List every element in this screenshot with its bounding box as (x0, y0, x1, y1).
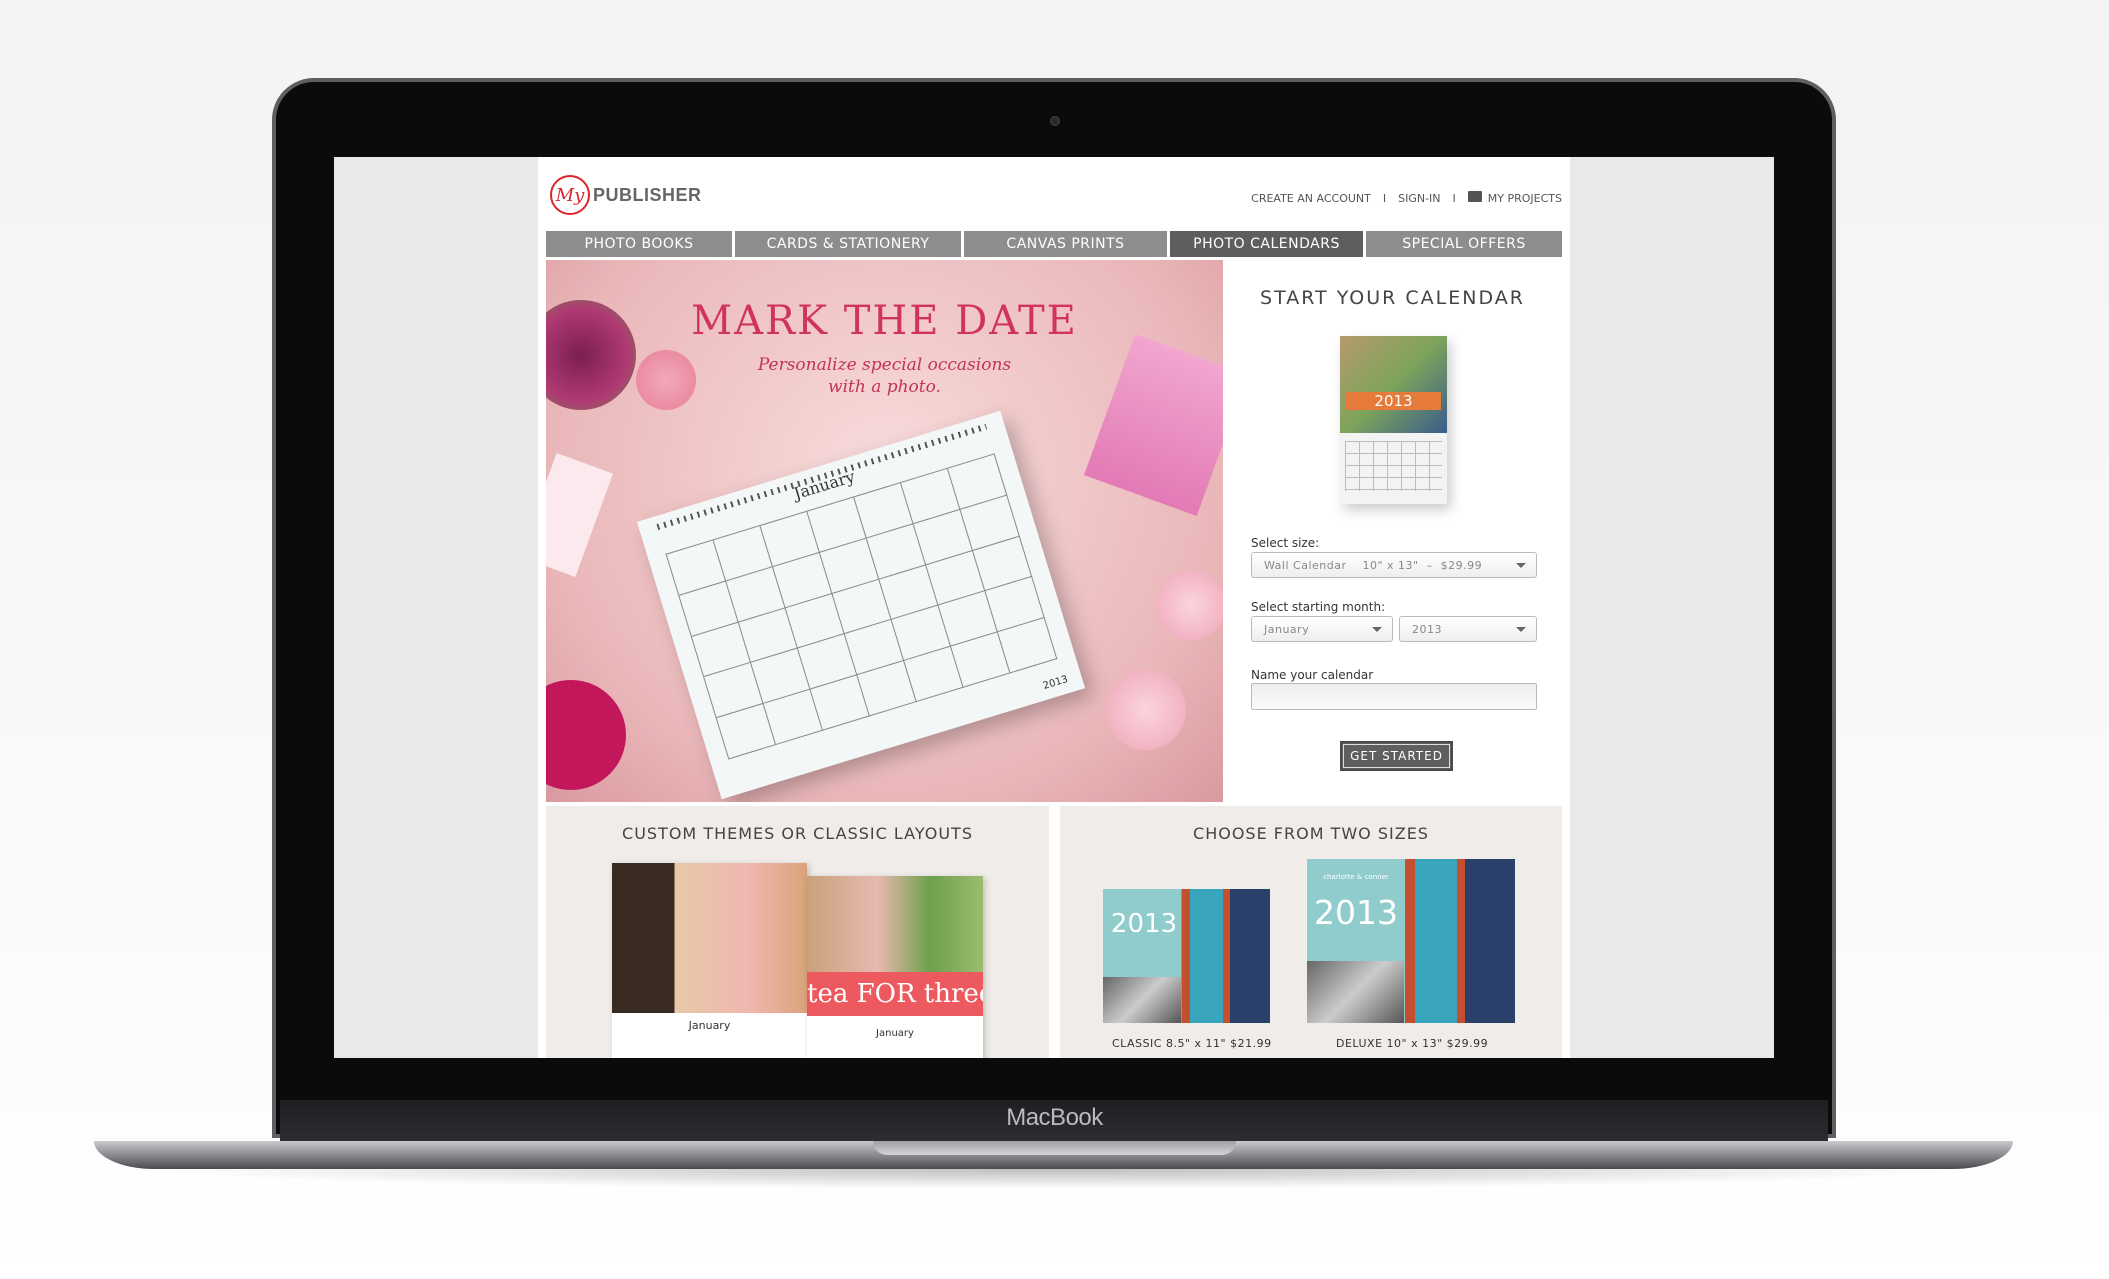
year-value: 2013 (1412, 622, 1442, 636)
calendar-name-input[interactable] (1251, 683, 1537, 710)
start-calendar-panel: START YOUR CALENDAR 2013 Select size: Wa… (1223, 260, 1562, 802)
nav-photo-books[interactable]: PHOTO BOOKS (546, 231, 732, 257)
month-select[interactable]: January (1251, 616, 1393, 642)
nav-special-offers[interactable]: SPECIAL OFFERS (1366, 231, 1562, 257)
deluxe-caption: DELUXE 10" x 13" $29.99 (1336, 1037, 1489, 1050)
logo[interactable]: My PUBLISHER (550, 175, 702, 215)
panel-title: START YOUR CALENDAR (1260, 287, 1525, 309)
sign-in-link[interactable]: SIGN-IN (1398, 192, 1440, 205)
subtitle-line: with a photo. (828, 377, 941, 397)
folder-icon (1467, 191, 1482, 202)
rose-decoration (1156, 570, 1223, 640)
logo-mark: My (550, 175, 590, 215)
nav-cards-stationery[interactable]: CARDS & STATIONERY (735, 231, 961, 257)
classic-caption: CLASSIC 8.5" x 11" $21.99 (1112, 1037, 1272, 1050)
gift-decoration (546, 680, 626, 790)
calendar-year: 2013 (1110, 909, 1178, 939)
my-projects-link[interactable]: MY PROJECTS (1467, 191, 1562, 205)
thumbnail-grid (1345, 441, 1442, 492)
main-nav: PHOTO BOOKS CARDS & STATIONERY CANVAS PR… (546, 231, 1562, 257)
couple-photo (1103, 977, 1181, 1023)
my-projects-label: MY PROJECTS (1487, 192, 1562, 205)
thumbnail-photo (1340, 336, 1447, 434)
logo-text: PUBLISHER (593, 184, 702, 205)
screen: My PUBLISHER CREATE AN ACCOUNT I SIGN-IN… (334, 157, 1774, 1058)
calendar-names: charlotte & conner (1323, 873, 1389, 881)
calendar-year: 2013 (1314, 893, 1398, 932)
gift-decoration (546, 453, 614, 577)
calendar-thumbnail: 2013 (1340, 336, 1447, 504)
separator: I (1382, 191, 1387, 205)
year-select[interactable]: 2013 (1399, 616, 1537, 642)
rose-decoration (1106, 670, 1186, 750)
size-value: Wall Calendar 10" x 13" – $29.99 (1264, 558, 1483, 572)
deluxe-calendar-image: charlotte & conner 2013 (1307, 859, 1515, 1023)
kids-photo (807, 876, 983, 972)
tea-banner: tea FOR three (807, 972, 983, 1016)
month-value: January (1264, 622, 1310, 636)
calendar-image: January 2013 (636, 410, 1086, 800)
chevron-down-icon (1516, 626, 1526, 632)
laptop-shadow (140, 1169, 1970, 1189)
create-account-link[interactable]: CREATE AN ACCOUNT (1251, 192, 1371, 205)
name-label: Name your calendar (1251, 668, 1374, 682)
tea-calendar-image: tea FOR three January (807, 876, 983, 1058)
baby-calendar-image: January (612, 863, 807, 1058)
nav-canvas-prints[interactable]: CANVAS PRINTS (964, 231, 1167, 257)
calendar-year: 2013 (1041, 674, 1070, 692)
month-label: Select starting month: (1251, 600, 1386, 614)
size-label: Select size: (1251, 536, 1320, 550)
calendar-month: January (876, 1028, 914, 1039)
thumbnail-year: 2013 (1346, 392, 1441, 410)
laptop-notch (873, 1141, 1236, 1155)
calendar-month: January (688, 1019, 731, 1032)
sizes-title: CHOOSE FROM TWO SIZES (1193, 824, 1429, 843)
couple-photo (1307, 961, 1404, 1023)
baby-photo (612, 863, 807, 1013)
camera-icon (1050, 116, 1060, 126)
get-started-button[interactable]: GET STARTED (1340, 741, 1453, 771)
size-select[interactable]: Wall Calendar 10" x 13" – $29.99 (1251, 552, 1537, 578)
classic-calendar-image: 2013 (1103, 889, 1270, 1023)
hero-subtitle: Personalize special occasions with a phot… (546, 354, 1223, 398)
subtitle-line: Personalize special occasions (757, 355, 1012, 375)
nav-photo-calendars[interactable]: PHOTO CALENDARS (1170, 231, 1363, 257)
separator: I (1452, 191, 1456, 205)
chevron-down-icon (1516, 562, 1526, 568)
hero-banner[interactable]: MARK THE DATE Personalize special occasi… (546, 260, 1223, 802)
calendar-grid (665, 453, 1058, 760)
web-page: My PUBLISHER CREATE AN ACCOUNT I SIGN-IN… (538, 157, 1570, 1058)
chevron-down-icon (1372, 626, 1382, 632)
laptop-brand: MacBook (1006, 1104, 1103, 1131)
sizes-panel: CHOOSE FROM TWO SIZES 2013 CLASSIC 8.5" … (1060, 806, 1562, 1058)
themes-title: CUSTOM THEMES OR CLASSIC LAYOUTS (622, 824, 973, 843)
hero-title: MARK THE DATE (691, 298, 1078, 344)
themes-panel: CUSTOM THEMES OR CLASSIC LAYOUTS January… (546, 806, 1049, 1058)
account-links: CREATE AN ACCOUNT I SIGN-IN I MY PROJECT… (1251, 191, 1562, 205)
